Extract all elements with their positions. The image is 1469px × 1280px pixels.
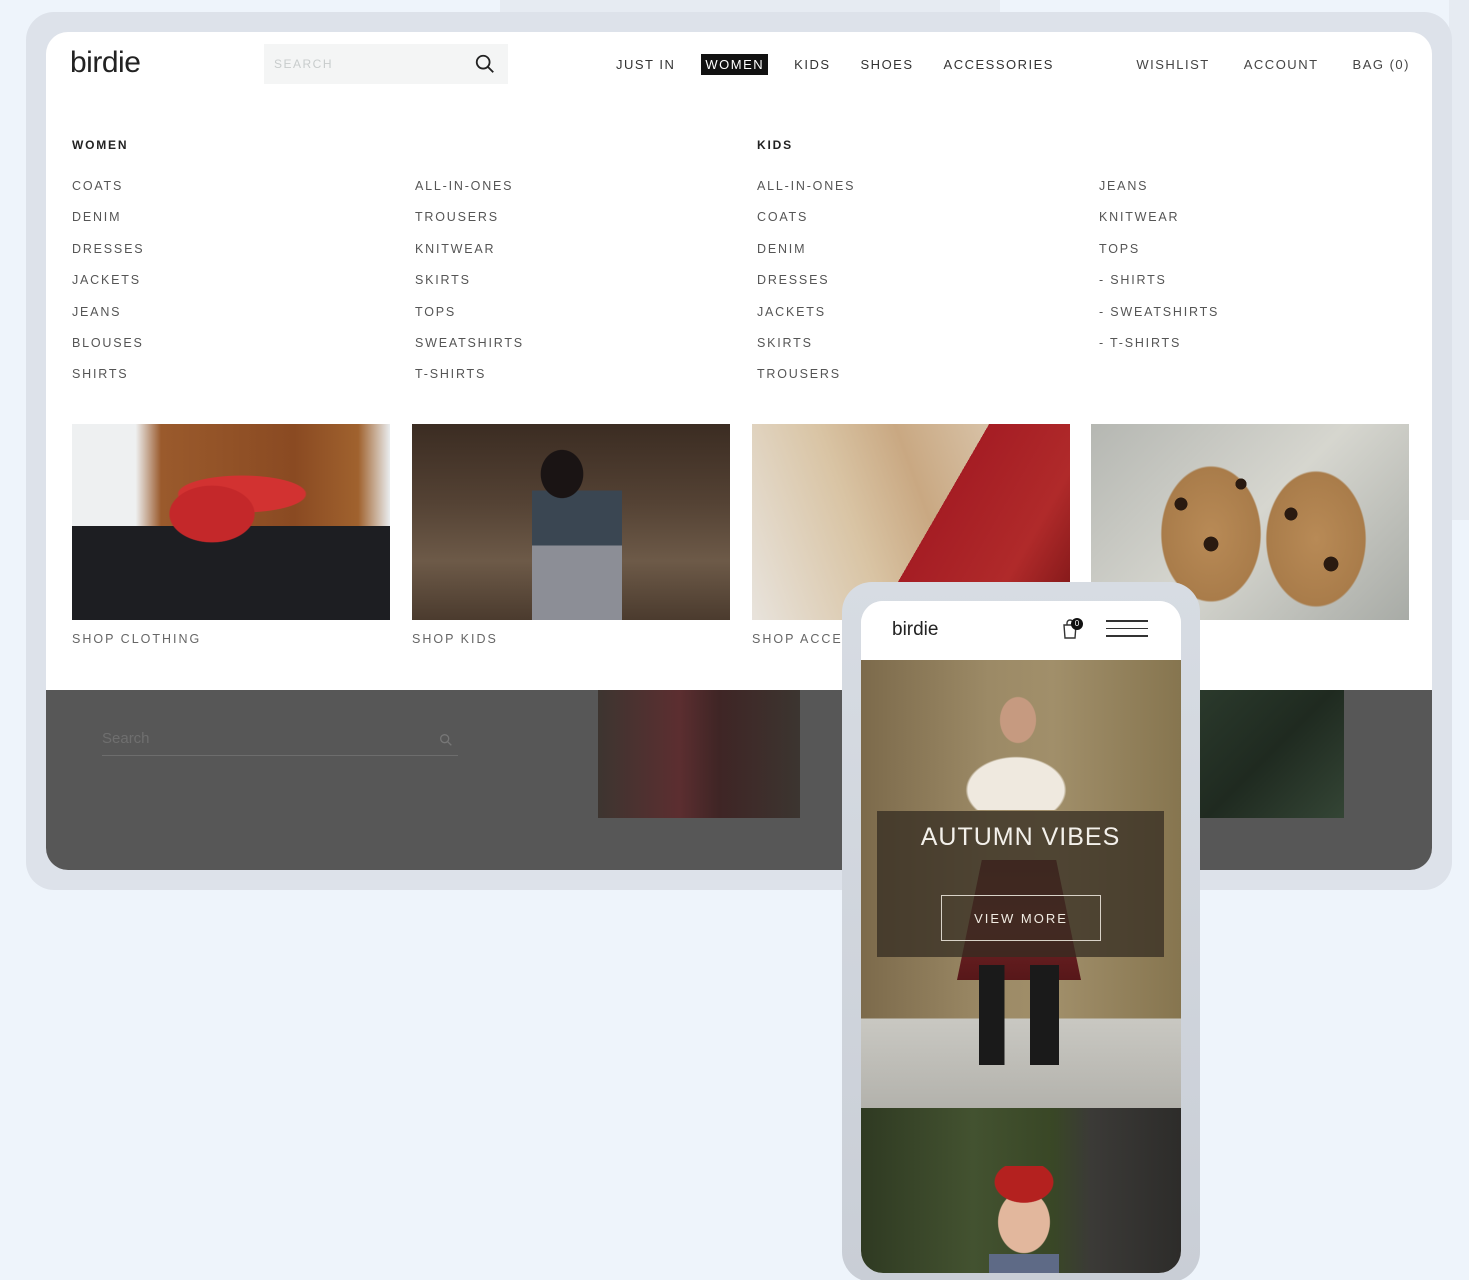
menu-link[interactable]: JEANS <box>1099 178 1219 209</box>
women-menu-col-1: COATS DENIM DRESSES JACKETS JEANS BLOUSE… <box>72 178 144 398</box>
menu-link[interactable]: TOPS <box>1099 241 1219 272</box>
nav-shoes[interactable]: SHOES <box>857 54 918 75</box>
search-box <box>264 44 508 84</box>
menu-link[interactable]: ALL-IN-ONES <box>415 178 524 209</box>
menu-link[interactable]: SKIRTS <box>757 335 855 366</box>
main-nav: JUST IN WOMEN KIDS SHOES ACCESSORIES <box>612 52 1080 76</box>
nav-just-in[interactable]: JUST IN <box>612 54 679 75</box>
account-link[interactable]: ACCOUNT <box>1244 57 1319 72</box>
view-more-button[interactable]: VIEW MORE <box>941 895 1101 941</box>
menu-link[interactable]: - SHIRTS <box>1099 272 1219 303</box>
hero-photo <box>979 965 1059 1065</box>
menu-link[interactable]: COATS <box>72 178 144 209</box>
menu-link[interactable]: KNITWEAR <box>415 241 524 272</box>
kids-menu-col-2: JEANS KNITWEAR TOPS - SHIRTS - SWEATSHIR… <box>1099 178 1219 366</box>
footer-search <box>102 726 458 756</box>
wishlist-link[interactable]: WISHLIST <box>1136 57 1209 72</box>
background-photo <box>1196 690 1344 818</box>
hamburger-menu-icon[interactable] <box>1106 620 1148 640</box>
menu-heading-kids: KIDS <box>757 138 793 152</box>
nav-kids[interactable]: KIDS <box>790 54 834 75</box>
background-shape <box>500 0 1000 12</box>
mobile-header: birdie 0 <box>861 601 1181 660</box>
kids-menu-col-1: ALL-IN-ONES COATS DENIM DRESSES JACKETS … <box>757 178 855 398</box>
menu-link[interactable]: - SWEATSHIRTS <box>1099 304 1219 335</box>
menu-link[interactable]: BLOUSES <box>72 335 144 366</box>
menu-link[interactable]: TROUSERS <box>415 209 524 240</box>
promo-image[interactable] <box>72 424 390 620</box>
phone-screen: birdie 0 AUTUMN VIBES VIEW MORE <box>861 601 1181 1273</box>
hero-overlay: AUTUMN VIBES VIEW MORE <box>877 811 1164 957</box>
footer-search-input[interactable] <box>102 726 402 747</box>
hero-photo <box>956 690 1076 810</box>
menu-link[interactable]: SHIRTS <box>72 366 144 397</box>
menu-link[interactable]: DENIM <box>72 209 144 240</box>
menu-link[interactable]: SKIRTS <box>415 272 524 303</box>
nav-women[interactable]: WOMEN <box>701 53 769 75</box>
search-icon[interactable] <box>474 53 496 75</box>
menu-link[interactable]: ALL-IN-ONES <box>757 178 855 209</box>
promo-label[interactable]: SHOP CLOTHING <box>72 632 390 646</box>
women-menu-col-2: ALL-IN-ONES TROUSERS KNITWEAR SKIRTS TOP… <box>415 178 524 398</box>
site-header: birdie JUST IN WOMEN KIDS SHOES ACCESSOR… <box>46 32 1432 102</box>
menu-link[interactable]: COATS <box>757 209 855 240</box>
bag-count-badge: 0 <box>1071 618 1083 630</box>
banner-photo <box>989 1166 1059 1273</box>
search-icon[interactable] <box>438 732 454 748</box>
promo-label[interactable]: SHOP KIDS <box>412 632 730 646</box>
menu-link[interactable]: - T-SHIRTS <box>1099 335 1219 366</box>
menu-link[interactable]: T-SHIRTS <box>415 366 524 397</box>
bag-link[interactable]: BAG (0) <box>1353 57 1410 72</box>
background-shape <box>1449 0 1469 520</box>
menu-link[interactable]: DENIM <box>757 241 855 272</box>
mobile-logo[interactable]: birdie <box>892 619 938 641</box>
nav-accessories[interactable]: ACCESSORIES <box>940 54 1058 75</box>
search-input[interactable] <box>274 57 464 71</box>
promo-clothing[interactable]: SHOP CLOTHING <box>72 424 390 646</box>
menu-heading-women: WOMEN <box>72 138 129 152</box>
menu-link[interactable]: TROUSERS <box>757 366 855 397</box>
menu-link[interactable]: JACKETS <box>757 304 855 335</box>
menu-link[interactable]: TOPS <box>415 304 524 335</box>
hero-banner: AUTUMN VIBES VIEW MORE <box>861 660 1181 1108</box>
menu-link[interactable]: KNITWEAR <box>1099 209 1219 240</box>
utility-nav: WISHLIST ACCOUNT BAG (0) <box>1102 52 1410 76</box>
menu-link[interactable]: JACKETS <box>72 272 144 303</box>
menu-link[interactable]: DRESSES <box>757 272 855 303</box>
site-logo[interactable]: birdie <box>70 46 141 80</box>
secondary-banner[interactable] <box>861 1108 1181 1273</box>
promo-kids[interactable]: SHOP KIDS <box>412 424 730 646</box>
background-photo <box>598 690 800 818</box>
hero-title: AUTUMN VIBES <box>920 823 1121 851</box>
promo-image[interactable] <box>412 424 730 620</box>
mega-menu: WOMEN KIDS COATS DENIM DRESSES JACKETS J… <box>46 102 1432 692</box>
desktop-screen: birdie JUST IN WOMEN KIDS SHOES ACCESSOR… <box>46 32 1432 870</box>
menu-link[interactable]: JEANS <box>72 304 144 335</box>
menu-link[interactable]: DRESSES <box>72 241 144 272</box>
menu-link[interactable]: SWEATSHIRTS <box>415 335 524 366</box>
page-overlay <box>46 690 1432 870</box>
